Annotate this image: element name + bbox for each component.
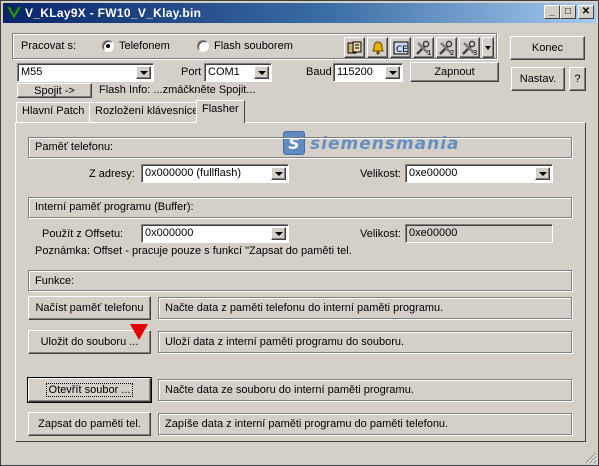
end-button[interactable]: Konec (510, 36, 585, 60)
join-button[interactable]: Spojit -> (17, 83, 92, 98)
baud-label: Baud (306, 66, 332, 78)
buffer-note: Poznámka: Offset - pracuje pouze s funkc… (35, 245, 352, 257)
chevron-down-icon[interactable] (136, 66, 151, 79)
radio-file-label: Flash souborem (214, 40, 293, 52)
chevron-down-icon[interactable] (271, 227, 286, 240)
chevron-down-icon[interactable] (385, 66, 400, 79)
chevron-down-icon[interactable] (254, 66, 269, 79)
phone-model-select[interactable]: M55 (17, 63, 154, 82)
dropdown-arrow-icon[interactable] (482, 37, 494, 58)
tools-1-icon[interactable]: 1 (413, 37, 434, 58)
title-bar[interactable]: V_KLay9X - FW10_V_Klay.bin _ □ ✕ (3, 3, 596, 23)
save-to-file-desc: Uloží data z interní paměti programu do … (158, 331, 572, 353)
phone-memory-heading: Paměť telefonu: (35, 141, 114, 153)
write-phone-memory-desc: Zapíše data z interní paměti programu do… (158, 413, 572, 435)
radio-phone-label: Telefonem (119, 40, 170, 52)
app-window: V_KLay9X - FW10_V_Klay.bin _ □ ✕ Pracova… (0, 0, 599, 466)
bell-icon[interactable] (367, 37, 388, 58)
tools-3-icon[interactable]: 3 (459, 37, 480, 58)
window-title: V_KLay9X - FW10_V_Klay.bin (25, 6, 202, 20)
svg-text:2: 2 (450, 49, 454, 56)
svg-text:CE: CE (396, 45, 408, 55)
radio-phone[interactable] (102, 40, 114, 52)
phone-size-select[interactable]: 0xe00000 (405, 164, 553, 183)
open-file-button-label: Otevřít soubor ... (45, 383, 134, 397)
functions-heading: Funkce: (35, 275, 75, 287)
tab-flasher[interactable]: Flasher (196, 100, 245, 123)
read-phone-memory-desc: Načte data z paměti telefonu do interní … (158, 297, 572, 319)
port-label: Port (181, 66, 202, 78)
connect-button[interactable]: Zapnout (410, 62, 499, 82)
close-button[interactable]: ✕ (578, 5, 594, 19)
svg-text:1: 1 (427, 49, 431, 56)
phone-size-label: Velikost: (360, 168, 401, 180)
settings-button[interactable]: Nastav. (511, 67, 565, 91)
baud-select[interactable]: 115200 (333, 63, 403, 82)
red-arrow-marker-icon (130, 324, 148, 340)
open-file-button[interactable]: Otevřít soubor ... (27, 377, 152, 403)
write-phone-memory-button[interactable]: Zapsat do paměti tel. (28, 412, 151, 436)
ce-icon[interactable]: CE (390, 37, 411, 58)
minimize-button[interactable]: _ (544, 5, 560, 19)
buffer-size-label: Velikost: (360, 228, 401, 240)
chevron-down-icon[interactable] (271, 167, 286, 180)
app-logo-icon (6, 6, 22, 20)
tab-main-patch[interactable]: Hlavní Patch (16, 102, 91, 122)
functions-header (28, 270, 572, 291)
read-phone-memory-button[interactable]: Načíst paměť telefonu (28, 296, 151, 320)
open-file-desc: Načte data ze souboru do interní paměti … (158, 379, 572, 401)
buffer-heading: Interní paměť programu (Buffer): (35, 201, 194, 213)
flash-info-text: Flash Info: ...zmáčkněte Spojit... (99, 84, 256, 96)
maximize-button[interactable]: □ (560, 5, 576, 19)
work-with-label: Pracovat s: (21, 40, 77, 52)
port-select[interactable]: COM1 (204, 63, 272, 82)
buffer-size-field: 0xe00000 (405, 224, 553, 243)
from-address-label: Z adresy: (89, 168, 135, 180)
resize-grip-icon[interactable] (584, 451, 597, 464)
help-button[interactable]: ? (569, 67, 586, 91)
offset-select[interactable]: 0x000000 (141, 224, 289, 243)
tab-keyboard-layout[interactable]: Rozložení klávesnice (89, 102, 205, 122)
tools-2-icon[interactable]: 2 (436, 37, 457, 58)
offset-label: Použít z Offsetu: (42, 228, 124, 240)
svg-text:3: 3 (473, 49, 477, 56)
from-address-select[interactable]: 0x000000 (fullflash) (141, 164, 289, 183)
chevron-down-icon[interactable] (535, 167, 550, 180)
radio-file[interactable] (197, 40, 209, 52)
phonebook-icon[interactable] (344, 37, 365, 58)
